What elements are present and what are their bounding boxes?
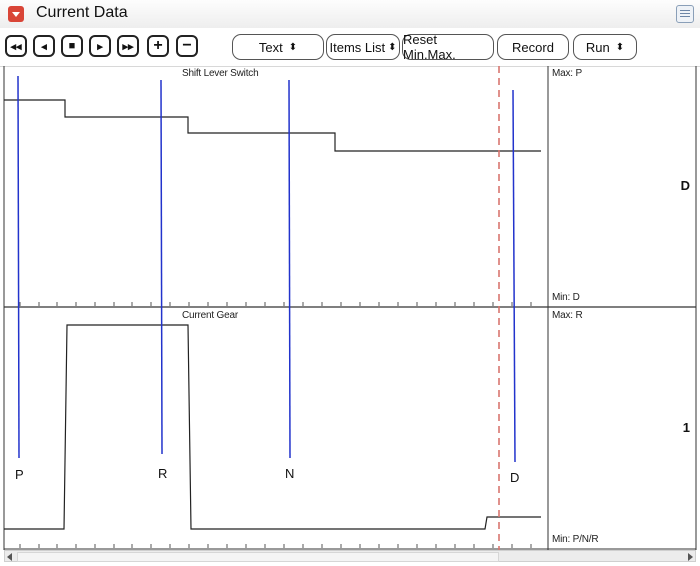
graph-title-current-gear: Current Gear	[182, 310, 238, 321]
window-title: Current Data	[36, 4, 128, 21]
scroll-left-icon[interactable]	[7, 553, 12, 561]
menu-icon[interactable]	[676, 5, 694, 23]
title-bar: Current Data	[0, 0, 700, 29]
min-label-bottom: Min: P/N/R	[552, 534, 599, 545]
rewind-button[interactable]: ◂◂	[5, 35, 27, 57]
graph-title-shift-lever: Shift Lever Switch	[182, 68, 259, 79]
marker-label-n: N	[285, 466, 295, 481]
updown-icon: ⬍	[615, 41, 625, 53]
reset-minmax-button[interactable]: Reset Min.Max.	[402, 32, 494, 62]
max-label-bottom: Max: R	[552, 310, 583, 321]
items-list-select[interactable]: Items List ⬍	[326, 34, 400, 60]
max-label-top: Max: P	[552, 68, 582, 79]
marker-label-d: D	[510, 470, 520, 485]
run-select-label: Run	[585, 39, 610, 55]
current-value-shift-lever: D	[680, 178, 690, 193]
bottom-ticks	[19, 544, 532, 548]
top-ticks	[19, 302, 532, 306]
stop-button[interactable]: ■	[61, 35, 83, 57]
marker-line-d[interactable]	[512, 89, 516, 463]
updown-icon: ⬍	[388, 41, 397, 53]
run-select[interactable]: Run ⬍	[573, 34, 637, 60]
scroll-right-icon[interactable]	[688, 553, 693, 561]
view-select-label: Text	[258, 39, 283, 55]
shift-lever-trace	[4, 99, 541, 152]
horizontal-scrollbar[interactable]	[4, 550, 696, 562]
zoom-in-button[interactable]: +	[147, 35, 169, 57]
zoom-out-button[interactable]: −	[176, 35, 198, 57]
items-list-label: Items List	[329, 39, 386, 55]
scroll-thumb[interactable]	[17, 552, 499, 562]
current-value-current-gear: 1	[682, 420, 690, 435]
fast-forward-button[interactable]: ▸▸	[117, 35, 139, 57]
toolbar: ◂◂ ◂ ■ ▸ ▸▸ + − Text ⬍ Items List ⬍ Rese…	[0, 28, 700, 67]
step-back-button[interactable]: ◂	[33, 35, 55, 57]
marker-label-r: R	[158, 466, 168, 481]
marker-line-n[interactable]	[288, 79, 291, 459]
marker-line-p[interactable]	[17, 75, 20, 459]
current-gear-trace	[4, 324, 541, 530]
min-label-top: Min: D	[552, 292, 580, 303]
marker-label-p: P	[15, 467, 24, 482]
view-select[interactable]: Text ⬍	[232, 34, 324, 60]
marker-line-r[interactable]	[160, 79, 163, 455]
collapse-icon[interactable]	[8, 6, 24, 22]
graph-area	[3, 66, 697, 550]
record-button[interactable]: Record	[497, 34, 569, 60]
step-forward-button[interactable]: ▸	[89, 35, 111, 57]
updown-icon: ⬍	[288, 41, 298, 53]
